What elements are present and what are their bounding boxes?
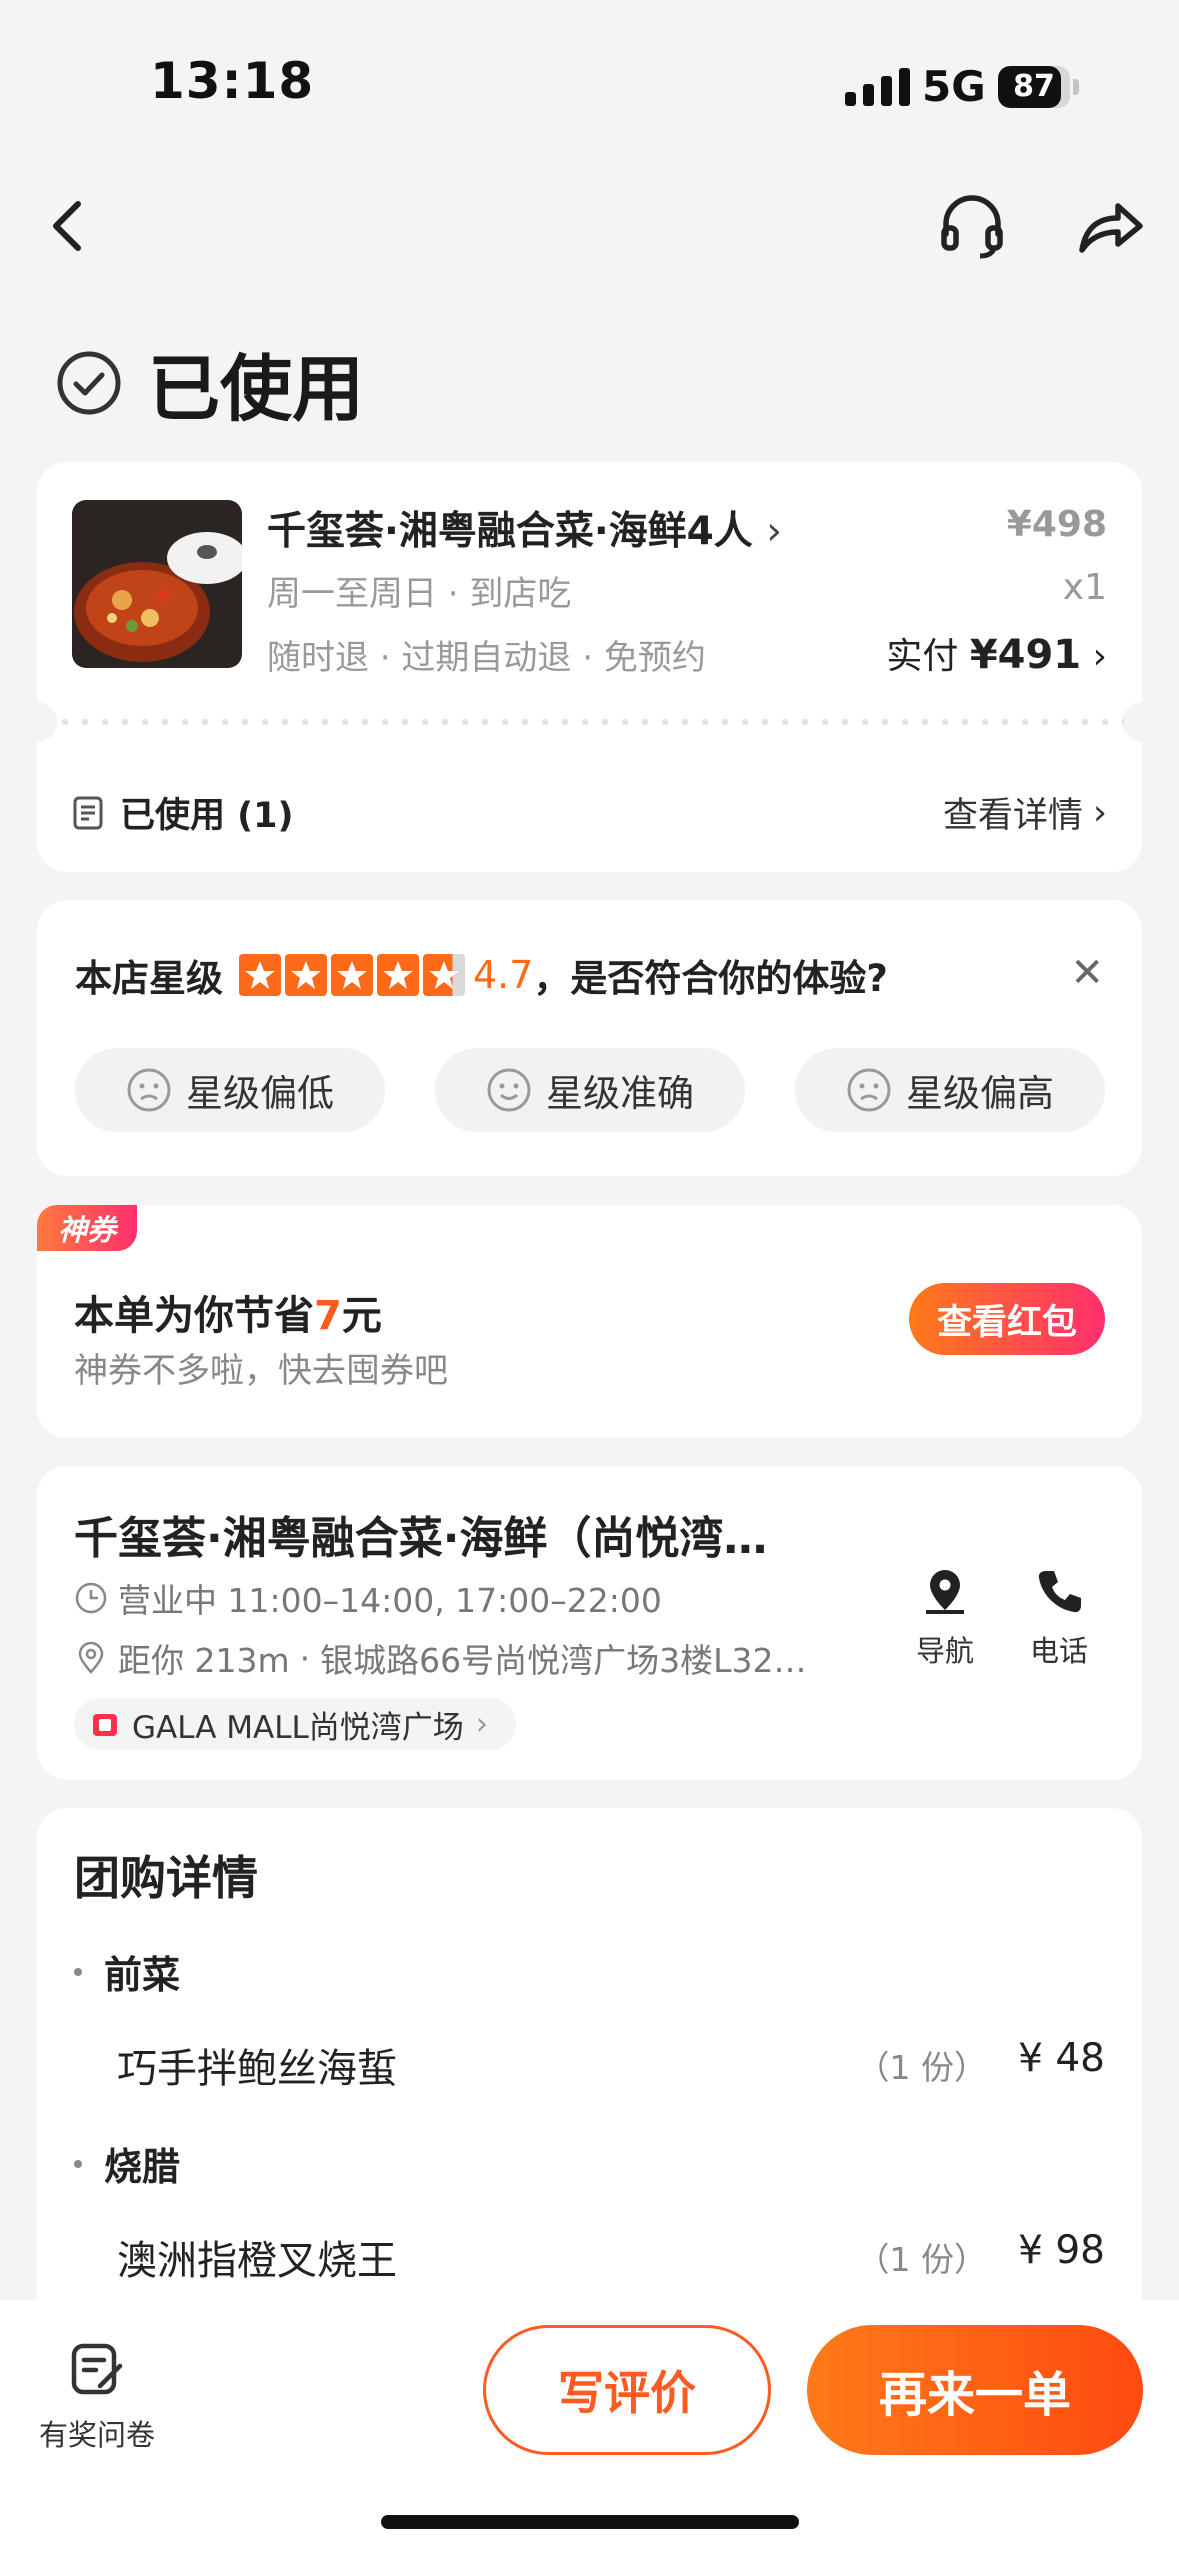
sad-face-icon [847,1068,891,1112]
menu-item-price: ¥ 48 [1018,2036,1105,2081]
star-icon [377,954,419,996]
menu-category: 前菜 [74,1944,180,1999]
rating-accurate-button[interactable]: 星级准确 [435,1048,745,1132]
star-icon [285,954,327,996]
document-icon [73,796,103,829]
menu-item-name: 巧手拌鲍丝海蜇 [117,2046,397,2092]
menu-item-qty: （1 份） [856,2240,988,2279]
ticket-notch-left [17,702,57,742]
mall-icon [93,1714,117,1736]
group-purchase-title: 团购详情 [74,1851,258,1905]
dish-image[interactable] [72,500,242,668]
status-time: 13:18 [150,52,315,110]
phone-icon [1038,1571,1081,1613]
rating-row: 本店星级 4.7 ，是否符合你的体验? [75,948,888,1002]
product-policy: 随时退 · 过期自动退 · 免预约 [267,638,706,678]
shop-hours-row: 营业中 11:00–14:00, 17:00–22:00 [74,1574,662,1622]
shop-address-row[interactable]: 距你 213m · 银城路66号尚悦湾广场3楼L32… [74,1634,807,1682]
coupon-badge: 神券 [37,1205,137,1251]
rating-score: 4.7 [473,953,534,997]
menu-item-price: ¥ 98 [1018,2228,1105,2273]
questionnaire-icon [71,2343,123,2395]
rating-stars [239,954,465,996]
back-icon[interactable] [30,186,110,266]
quantity: x1 [1062,567,1107,608]
navigation-button[interactable]: 导航 [905,1566,985,1670]
menu-item-name: 澳洲指橙叉烧王 [117,2238,397,2284]
rating-high-button[interactable]: 星级偏高 [795,1048,1105,1132]
rating-question: ，是否符合你的体验? [533,957,888,1000]
order-card: 千玺荟·湘粤融合菜·海鲜4人 › 周一至周日 · 到店吃 随时退 · 过期自动退… [17,462,1162,872]
check-circle-icon [57,351,121,414]
used-count: 已使用 (1) [120,796,294,836]
phone-button[interactable]: 电话 [1019,1566,1099,1670]
savings-title: 本单为你节省7元 [74,1293,382,1339]
signal-icon [845,66,910,106]
share-icon[interactable] [1070,186,1150,266]
network-type: 5G [922,62,986,111]
shop-card: 千玺荟·湘粤融合菜·海鲜（尚悦湾… 营业中 11:00–14:00, 17:00… [37,1466,1142,1780]
used-status-row: 已使用 (1) [72,787,294,838]
star-icon [423,954,465,996]
navigation-icon [926,1570,964,1614]
dotted-divider [55,719,1124,725]
location-pin-icon [78,1641,104,1674]
battery-level: 87 [1013,69,1055,104]
shop-name[interactable]: 千玺荟·湘粤融合菜·海鲜（尚悦湾… [74,1502,767,1566]
view-red-packet-button[interactable]: 查看红包 [909,1283,1105,1355]
page-title: 已使用 [148,347,365,431]
home-indicator [381,2515,799,2529]
rating-card: 本店星级 4.7 ，是否符合你的体验? ✕ 星级偏低 星级准确 星级偏高 [37,900,1142,1176]
star-icon [331,954,373,996]
menu-category: 烧腊 [74,2136,180,2191]
paid-label: 实付 [886,636,959,677]
status-title-row: 已使用 [56,330,364,435]
rating-label: 本店星级 [75,957,223,1000]
survey-button[interactable]: 有奖问卷 [36,2340,158,2454]
chevron-right-icon: › [1093,792,1107,833]
paid-value: ¥491 [969,632,1082,678]
group-purchase-card: 团购详情 前菜 巧手拌鲍丝海蜇 （1 份） ¥ 48 烧腊 澳洲指橙叉烧王 （1… [37,1808,1142,2328]
chevron-right-icon: › [766,509,782,554]
order-again-button[interactable]: 再来一单 [807,2325,1143,2455]
shop-distance: 距你 213m [118,1641,290,1680]
original-price: ¥498 [1006,504,1107,545]
paid-amount[interactable]: 实付 ¥491 › [886,627,1107,679]
battery-icon: 87 [998,66,1070,108]
write-review-button[interactable]: 写评价 [483,2325,771,2455]
product-schedule: 周一至周日 · 到店吃 [267,574,572,614]
sad-face-icon [127,1068,171,1112]
chevron-right-icon: › [475,1706,489,1742]
savings-subtitle: 神券不多啦，快去囤券吧 [74,1351,448,1391]
menu-item-qty: （1 份） [856,2048,988,2087]
shop-address: 银城路66号尚悦湾广场3楼L32… [320,1641,807,1680]
shop-hours: 营业中 11:00–14:00, 17:00–22:00 [118,1581,662,1620]
coupon-card: 神券 本单为你节省7元 神券不多啦，快去囤券吧 查看红包 [37,1205,1142,1438]
rating-low-button[interactable]: 星级偏低 [75,1048,385,1132]
ticket-notch-right [1122,702,1162,742]
mall-tag[interactable]: GALA MALL尚悦湾广场 › [74,1698,517,1750]
close-icon[interactable]: ✕ [1070,950,1104,996]
customer-service-icon[interactable] [932,186,1012,266]
star-icon [239,954,281,996]
savings-amount: 7 [314,1293,342,1339]
chevron-right-icon: › [1092,636,1107,677]
clock-icon [75,1582,107,1614]
smile-face-icon [487,1068,531,1112]
battery-cap [1073,79,1079,95]
view-details-link[interactable]: 查看详情 › [943,787,1107,838]
product-name[interactable]: 千玺荟·湘粤融合菜·海鲜4人 › [267,500,782,556]
